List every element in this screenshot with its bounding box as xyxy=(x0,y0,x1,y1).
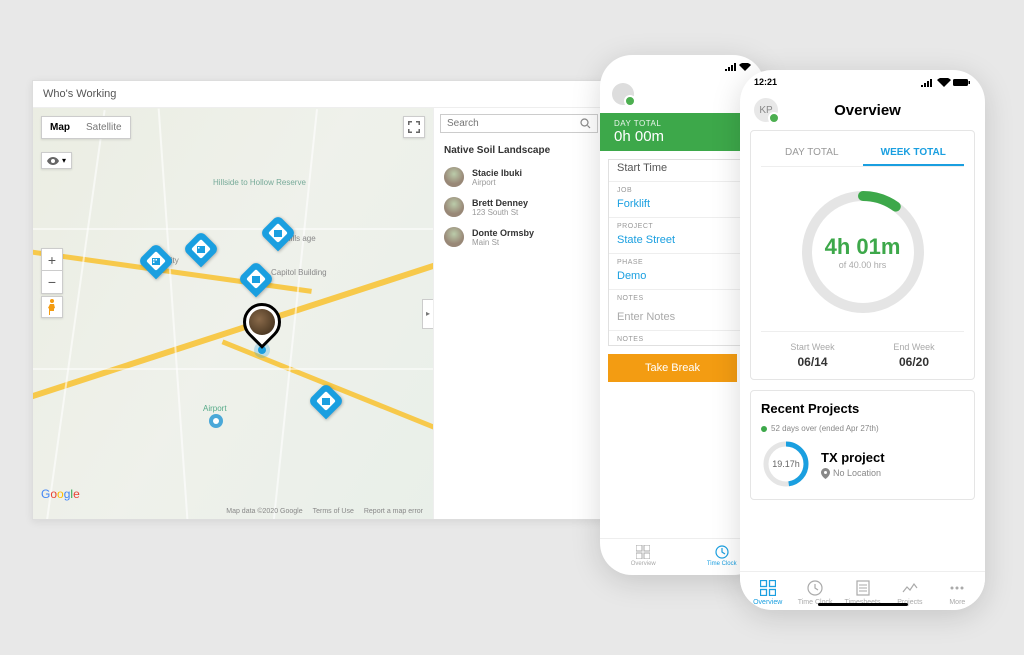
project-field[interactable]: State Street xyxy=(609,232,756,254)
status-time: 12:21 xyxy=(754,77,777,87)
map-viewport[interactable]: Hillside to Hollow Reserve Hills age Cit… xyxy=(33,108,433,519)
panel-header: Who's Working ? xyxy=(33,81,631,108)
wifi-icon xyxy=(937,78,951,87)
map-label-capitol: Capitol Building xyxy=(271,268,327,277)
clock-icon xyxy=(715,545,729,559)
start-week-label: Start Week xyxy=(790,342,834,352)
search-input[interactable] xyxy=(447,118,580,129)
status-dot-icon xyxy=(761,426,767,432)
phase-label: PHASE xyxy=(609,254,756,268)
end-week-label: End Week xyxy=(893,342,934,352)
project-label: PROJECT xyxy=(609,218,756,232)
tab-day-total[interactable]: DAY TOTAL xyxy=(761,141,863,166)
project-meta: 52 days over (ended Apr 27th) xyxy=(771,424,879,433)
tab-more[interactable]: More xyxy=(934,580,981,606)
wifi-icon xyxy=(739,63,751,71)
avatar[interactable]: KP xyxy=(754,98,778,122)
map-label-reserve: Hillside to Hollow Reserve xyxy=(213,178,306,187)
worker-name: Stacie Ibuki xyxy=(472,168,522,178)
job-field[interactable]: Forklift xyxy=(609,196,756,218)
status-bar xyxy=(600,55,765,79)
phone-overview: 12:21 KP Overview DAY TOTAL WEEK TOTAL 4… xyxy=(740,70,985,610)
battery-icon xyxy=(953,78,971,87)
project-location: No Location xyxy=(833,468,881,478)
clock-icon xyxy=(807,580,823,596)
map-attribution: Map data ©2020 Google Terms of Use Repor… xyxy=(222,508,427,515)
phase-field[interactable]: Demo xyxy=(609,268,756,290)
gauge-subtitle: of 40.00 hrs xyxy=(839,260,887,270)
report-link[interactable]: Report a map error xyxy=(360,508,427,515)
overview-icon xyxy=(760,580,776,596)
worker-location: Airport xyxy=(472,178,522,187)
google-logo: Google xyxy=(41,487,80,501)
avatar xyxy=(444,227,464,247)
more-icon xyxy=(949,580,965,596)
search-input-wrapper[interactable] xyxy=(440,114,598,133)
tab-overview[interactable]: Overview xyxy=(744,580,791,606)
page-title: Overview xyxy=(788,102,947,119)
tab-week-total[interactable]: WEEK TOTAL xyxy=(863,141,965,166)
project-row[interactable]: 19.17h TX project No Location xyxy=(761,439,964,489)
status-bar: 12:21 xyxy=(740,70,985,94)
notes-label-2: NOTES xyxy=(609,331,756,345)
map-tab-satellite[interactable]: Satellite xyxy=(78,117,130,138)
avatar xyxy=(444,197,464,217)
visibility-dropdown[interactable]: ▾ xyxy=(41,152,72,169)
notes-label: NOTES xyxy=(609,290,756,304)
projects-icon xyxy=(902,580,918,596)
start-week-value: 06/14 xyxy=(790,355,834,369)
time-entry-form: Start Time JOB Forklift PROJECT State St… xyxy=(608,159,757,346)
map-type-toggle[interactable]: Map Satellite xyxy=(41,116,131,139)
avatar xyxy=(444,167,464,187)
tab-overview[interactable]: Overview xyxy=(604,545,683,567)
hours-gauge: 4h 01m of 40.00 hrs xyxy=(798,187,928,317)
fullscreen-button[interactable] xyxy=(403,116,425,138)
project-hours: 19.17h xyxy=(761,439,811,489)
take-break-button[interactable]: Take Break xyxy=(608,354,737,382)
end-week-value: 06/20 xyxy=(893,355,934,369)
whos-working-panel: Who's Working ? Hillside to Hollow Reser… xyxy=(32,80,632,520)
gauge-value: 4h 01m xyxy=(825,234,901,260)
map-user-pin[interactable] xyxy=(243,303,281,341)
terms-link[interactable]: Terms of Use xyxy=(309,508,358,515)
totals-card: DAY TOTAL WEEK TOTAL 4h 01m of 40.00 hrs… xyxy=(750,130,975,380)
zoom-in-button[interactable]: + xyxy=(42,249,62,271)
location-pin-icon xyxy=(821,468,830,479)
project-hours-arc: 19.17h xyxy=(761,439,811,489)
worker-location: 123 South St xyxy=(472,208,528,217)
map-label-airport: Airport xyxy=(203,404,227,413)
pegman-button[interactable] xyxy=(41,296,63,318)
project-name: TX project xyxy=(821,450,885,465)
map-tab-map[interactable]: Map xyxy=(42,117,78,138)
worker-name: Donte Ormsby xyxy=(472,228,534,238)
zoom-control: + − xyxy=(41,248,63,294)
map-route-pin[interactable] xyxy=(209,414,223,428)
overview-icon xyxy=(636,545,650,559)
start-time-field[interactable]: Start Time xyxy=(609,160,756,182)
notes-input[interactable]: Enter Notes xyxy=(609,304,756,331)
panel-title: Who's Working xyxy=(43,88,116,100)
recent-projects-title: Recent Projects xyxy=(761,401,964,416)
timesheets-icon xyxy=(855,580,871,596)
job-label: JOB xyxy=(609,182,756,196)
panel-collapse-handle[interactable]: ▸ xyxy=(422,299,433,329)
bottom-nav: Overview Time Clock Timesheets Projects … xyxy=(740,571,985,610)
zoom-out-button[interactable]: − xyxy=(42,271,62,293)
worker-location: Main St xyxy=(472,238,534,247)
recent-projects-card: Recent Projects 52 days over (ended Apr … xyxy=(750,390,975,500)
signal-icon xyxy=(921,78,935,87)
day-total-label: DAY TOTAL xyxy=(614,119,751,128)
search-icon xyxy=(580,118,591,129)
avatar[interactable] xyxy=(612,83,634,105)
signal-icon xyxy=(725,63,751,71)
home-indicator[interactable] xyxy=(818,603,908,606)
worker-name: Brett Denney xyxy=(472,198,528,208)
day-total-value: 0h 00m xyxy=(614,128,751,145)
